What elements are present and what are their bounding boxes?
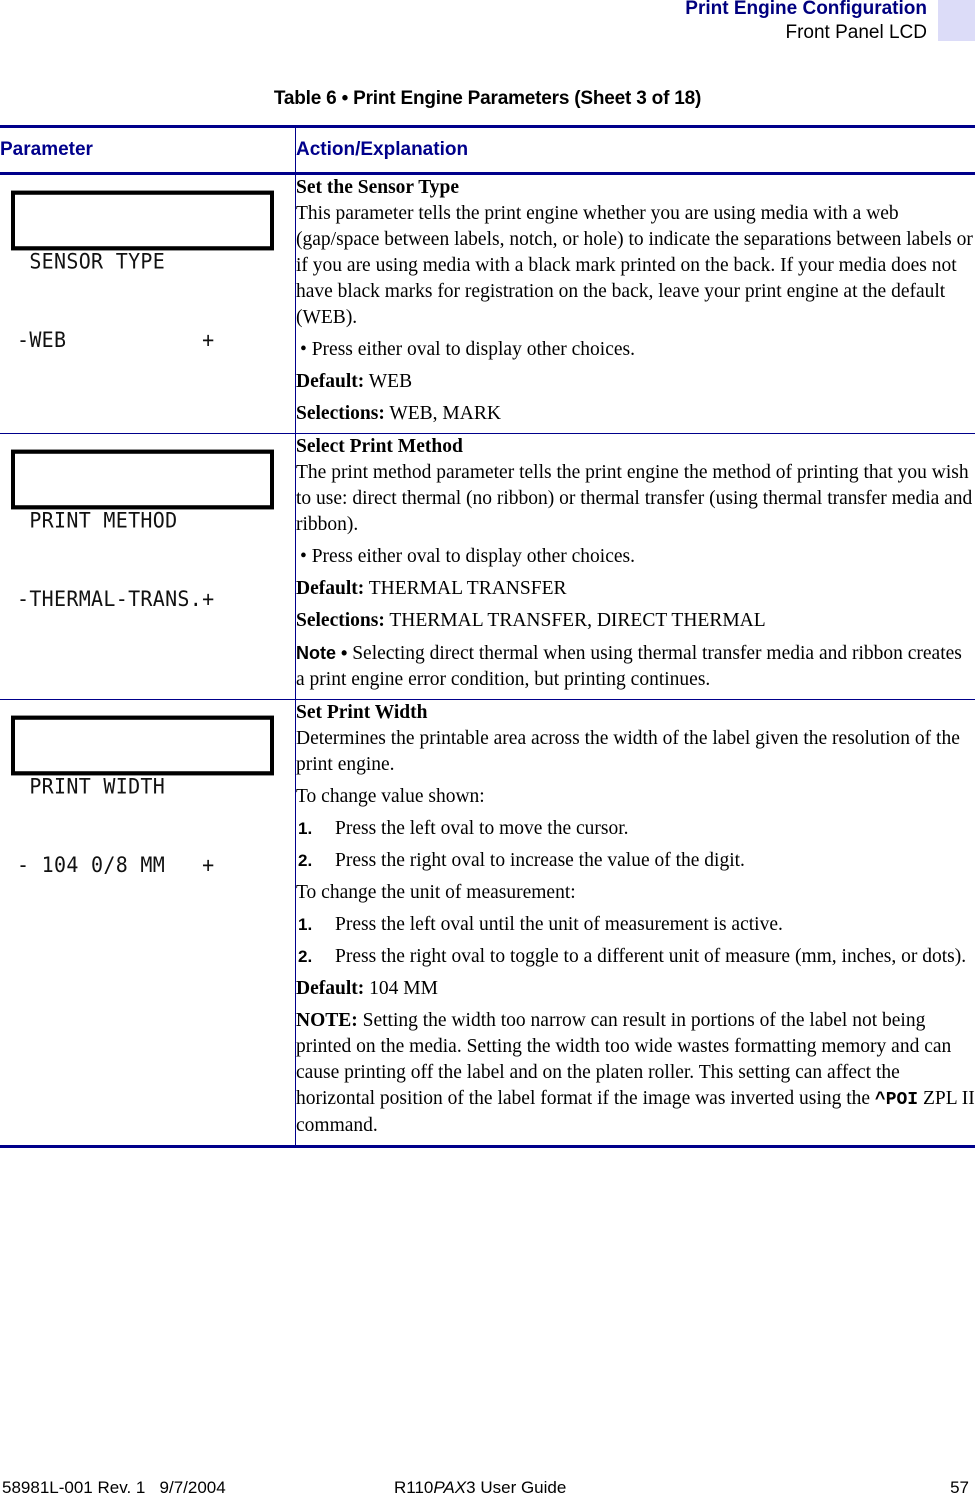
default-label: Default: xyxy=(296,371,365,392)
parameters-table: Parameter Action/Explanation SENSOR TYPE… xyxy=(0,125,975,1148)
bullet-item: Press either oval to display other choic… xyxy=(296,337,975,363)
step-text: Press the left oval until the unit of me… xyxy=(335,914,783,935)
page-number: 57 xyxy=(950,1478,969,1497)
note-text: Setting the width too narrow can result … xyxy=(296,1010,952,1109)
step-item: 1. Press the left oval to move the cursor… xyxy=(296,816,975,842)
step-number: 2. xyxy=(298,851,313,870)
parameter-cell: SENSOR TYPE -WEB + xyxy=(0,173,296,434)
instruction-intro: To change value shown: xyxy=(296,786,485,807)
step-text: Press the left oval to move the cursor. xyxy=(335,818,629,839)
row-description: The print method parameter tells the pri… xyxy=(296,462,973,535)
step-number: 2. xyxy=(298,947,313,966)
table-header-row: Parameter Action/Explanation xyxy=(0,126,975,174)
row-title: Select Print Method xyxy=(296,436,463,457)
step-item: 2. Press the right oval to increase the v… xyxy=(296,848,975,874)
bullet-item: Press either oval to display other choic… xyxy=(296,544,975,570)
lcd-line-1: PRINT WIDTH xyxy=(17,773,166,799)
default-value: WEB xyxy=(368,371,413,392)
guide-italic: PAX xyxy=(433,1478,467,1497)
default-label: Default: xyxy=(296,978,365,999)
default-label: Default: xyxy=(296,578,365,599)
table-caption: Table 6 • Print Engine Parameters (Sheet… xyxy=(273,88,702,109)
selections-label: Selections: xyxy=(296,610,385,631)
guide-suffix: 3 User Guide xyxy=(466,1478,567,1497)
table-row: SENSOR TYPE -WEB + Set the Sensor Type T… xyxy=(0,173,975,434)
lcd-line-2: - 104 0/8 MM + xyxy=(17,852,215,878)
selections-value: THERMAL TRANSFER, DIRECT THERMAL xyxy=(389,610,766,631)
selections-line: Selections: WEB, MARK xyxy=(296,401,975,427)
step-text: Press the right oval to increase the val… xyxy=(335,850,745,871)
header-tab-marker xyxy=(938,0,975,41)
instruction-intro: To change the unit of measurement: xyxy=(296,882,576,903)
footer-guide-title: R110PAX3 User Guide xyxy=(394,1478,566,1498)
row-title: Set Print Width xyxy=(296,702,428,723)
step-number: 1. xyxy=(298,819,313,838)
column-header-action: Action/Explanation xyxy=(296,139,469,160)
row-title: Set the Sensor Type xyxy=(296,177,460,198)
column-header-parameter: Parameter xyxy=(0,126,296,174)
default-line: Default: THERMAL TRANSFER xyxy=(296,576,975,602)
action-cell: Set the Sensor Type This parameter tells… xyxy=(296,174,975,434)
footer-doc-info: 58981L-001 Rev. 1 9/7/2004 xyxy=(2,1478,226,1498)
row-description: This parameter tells the print engine wh… xyxy=(296,203,973,328)
lcd-display: PRINT WIDTH - 104 0/8 MM + xyxy=(11,715,274,877)
lcd-display: SENSOR TYPE -WEB + xyxy=(11,190,274,352)
default-line: Default: WEB xyxy=(296,369,975,395)
lcd-line-1: PRINT METHOD xyxy=(17,507,178,533)
default-value: 104 MM xyxy=(369,978,438,999)
table-row: PRINT WIDTH - 104 0/8 MM + Set Print Wid… xyxy=(0,699,975,1147)
chapter-title: Print Engine Configuration xyxy=(685,0,927,19)
action-cell: Set Print Width Determines the printable… xyxy=(296,700,975,1147)
lcd-line-2: -THERMAL-TRANS.+ xyxy=(17,586,215,612)
note-label: NOTE: xyxy=(296,1010,358,1031)
parameter-cell: PRINT METHOD -THERMAL-TRANS.+ xyxy=(0,433,296,700)
doc-number: 58981L-001 Rev. 1 xyxy=(2,1478,146,1497)
step-number: 1. xyxy=(298,915,313,934)
doc-date: 9/7/2004 xyxy=(159,1478,226,1497)
guide-prefix: R110 xyxy=(394,1478,434,1497)
default-value: THERMAL TRANSFER xyxy=(368,578,567,599)
lcd-display: PRINT METHOD -THERMAL-TRANS.+ xyxy=(11,449,274,611)
note-text: Selecting direct thermal when using ther… xyxy=(296,643,962,690)
step-item: 2. Press the right oval to toggle to a di… xyxy=(296,944,975,970)
note: NOTE: Setting the width too narrow can r… xyxy=(296,1008,975,1139)
step-text: Press the right oval to toggle to a diff… xyxy=(335,946,967,967)
step-item: 1. Press the left oval until the unit of … xyxy=(296,912,975,938)
table-row: PRINT METHOD -THERMAL-TRANS.+ Select Pri… xyxy=(0,433,975,700)
lcd-line-1: SENSOR TYPE xyxy=(17,248,166,274)
lcd-line-2: -WEB + xyxy=(17,327,215,353)
action-cell: Select Print Method The print method par… xyxy=(296,434,975,700)
selections-value: WEB, MARK xyxy=(389,403,501,424)
parameter-cell: PRINT WIDTH - 104 0/8 MM + xyxy=(0,699,296,1147)
note: Note • Selecting direct thermal when usi… xyxy=(296,640,975,693)
default-line: Default: 104 MM xyxy=(296,976,975,1002)
selections-line: Selections: THERMAL TRANSFER, DIRECT THE… xyxy=(296,608,975,634)
zpl-command: ^POI xyxy=(874,1090,919,1110)
section-title: Front Panel LCD xyxy=(785,22,927,43)
row-description: Determines the printable area across the… xyxy=(296,728,960,775)
note-label: Note • xyxy=(296,643,348,663)
selections-label: Selections: xyxy=(296,403,385,424)
